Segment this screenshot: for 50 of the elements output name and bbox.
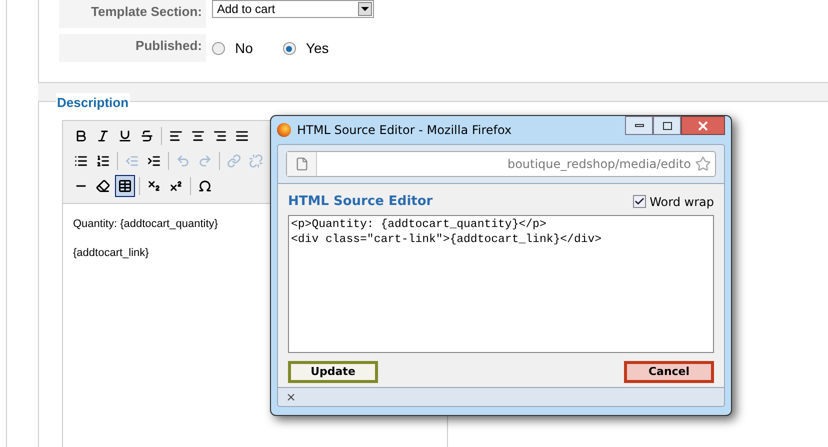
url-text: boutique_redshop/media/edito <box>507 156 691 173</box>
table-button[interactable] <box>115 175 135 197</box>
eraser-icon <box>96 179 110 193</box>
align-justify-icon <box>235 129 249 143</box>
table-icon <box>118 179 132 193</box>
radio-button[interactable] <box>212 42 225 55</box>
outdent-icon <box>125 154 139 168</box>
radio-label: No <box>235 39 253 58</box>
editor-paragraph: Quantity: {addtocart_quantity} <box>73 217 218 232</box>
bullet-list-icon <box>74 154 88 168</box>
undo-icon <box>176 154 190 168</box>
align-center-icon <box>191 129 205 143</box>
underline-icon <box>118 129 132 143</box>
unlink-icon <box>249 154 263 168</box>
cancel-button[interactable]: Cancel <box>624 360 714 382</box>
align-left-icon <box>169 129 183 143</box>
minimize-button[interactable] <box>625 116 653 135</box>
redo-icon <box>198 154 212 168</box>
check-icon <box>634 196 645 208</box>
source-textarea[interactable]: <p>Quantity: {addtocart_quantity}</p> <div class="cart-link">{addtocart_link}</div> <box>288 214 714 352</box>
update-button[interactable]: Update <box>288 360 378 382</box>
radio-button[interactable] <box>282 42 296 55</box>
word-wrap-checkbox[interactable] <box>632 195 646 208</box>
url-bar[interactable]: boutique_redshop/media/edito <box>286 151 716 177</box>
numbered-list-icon <box>96 154 110 168</box>
field-label: Published: <box>59 34 206 62</box>
window-title: HTML Source Editor - Mozilla Firefox <box>297 122 512 139</box>
maximize-button[interactable] <box>653 116 681 135</box>
italic-icon <box>96 129 110 143</box>
strikethrough-icon <box>140 129 154 143</box>
browser-logo-icon <box>277 123 291 137</box>
subscript-icon <box>147 179 161 193</box>
template-select[interactable]: Add to cart <box>212 0 374 18</box>
close-icon <box>698 120 708 130</box>
omega-icon <box>198 179 212 193</box>
superscript-icon <box>169 179 183 193</box>
align-right-icon <box>213 129 227 143</box>
bookmark-star-icon <box>695 156 711 172</box>
indent-icon <box>147 154 161 168</box>
section-legend: Description <box>56 93 130 112</box>
bold-icon <box>74 129 88 143</box>
radio-label: Yes <box>306 39 329 58</box>
field-label: Template Section: <box>59 0 206 28</box>
editor-paragraph: {addtocart_link} <box>73 246 149 260</box>
link-icon <box>227 154 241 168</box>
page-icon <box>294 157 308 171</box>
checkbox-label: Word wrap <box>650 194 714 211</box>
close-button[interactable] <box>681 116 725 135</box>
status-close[interactable]: × <box>286 388 296 406</box>
editor-heading: HTML Source Editor <box>288 193 433 211</box>
